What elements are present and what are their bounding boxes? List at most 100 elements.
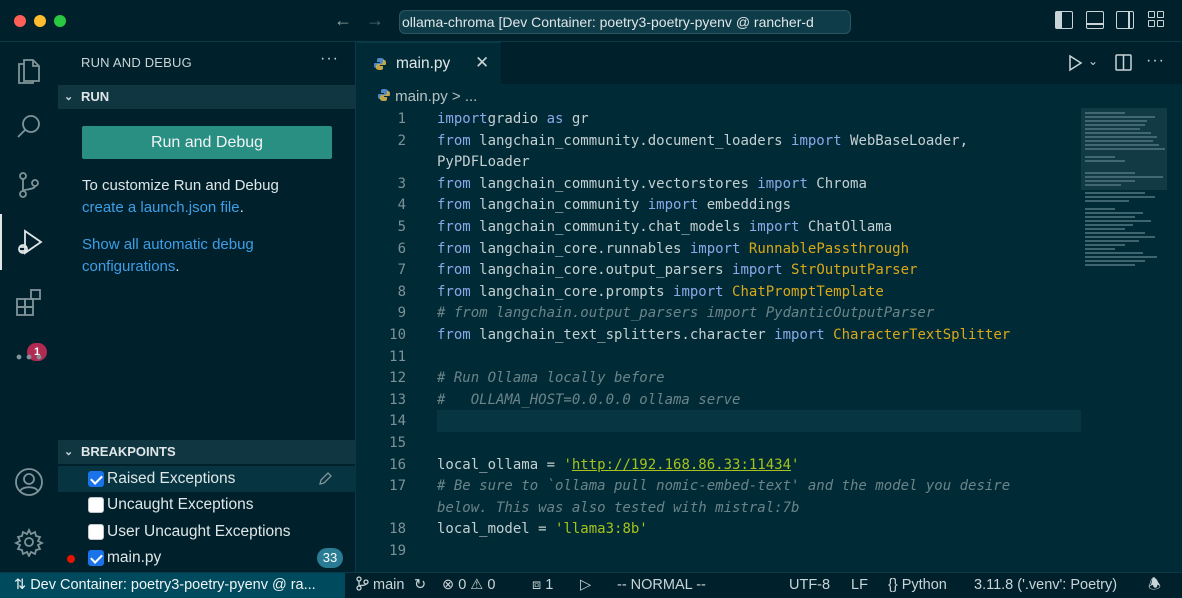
minimap-line — [1085, 112, 1125, 114]
code-token: RunnablePassthrough — [748, 240, 910, 257]
code-line[interactable]: 11 — [357, 346, 1082, 368]
interpreter-status[interactable]: 3.11.8 ('.venv': Poetry) — [974, 573, 1117, 598]
customize-layout-icon[interactable] — [1148, 11, 1166, 29]
window-minimize-button[interactable] — [34, 15, 46, 27]
code-token: langchain_community — [470, 197, 648, 214]
eol-status[interactable]: LF — [851, 573, 868, 598]
minimap-line — [1085, 184, 1121, 186]
run-and-debug-button[interactable]: Run and Debug — [82, 126, 332, 159]
raised-exceptions-checkbox[interactable] — [88, 471, 104, 487]
code-line[interactable]: 6 from langchain_core.runnables import Ru… — [357, 238, 1082, 260]
line-number: 3 — [397, 175, 406, 192]
code-line[interactable]: 9 # from langchain.output_parsers import … — [357, 302, 1082, 324]
sync-icon[interactable]: ↻ — [414, 573, 426, 598]
main-py-checkbox[interactable] — [88, 550, 104, 566]
breakpoints-section-header[interactable]: ⌄ BREAKPOINTS — [58, 440, 356, 464]
python-icon — [378, 89, 390, 101]
minimap-line — [1085, 232, 1145, 234]
source-control-button[interactable] — [0, 157, 58, 213]
code-line[interactable]: 8 from langchain_core.prompts import Chat… — [357, 281, 1082, 303]
split-editor-icon[interactable] — [1115, 54, 1132, 71]
toggle-sidebar-icon[interactable] — [1055, 11, 1073, 29]
minimap-line — [1085, 208, 1115, 210]
code-line[interactable]: 14 — [357, 410, 1082, 433]
minimap-line — [1085, 148, 1165, 150]
chevron-down-icon[interactable]: ⌄ — [1088, 54, 1098, 68]
minimap[interactable] — [1081, 108, 1167, 268]
code-line[interactable]: below. This was also tested with mistral… — [357, 497, 1082, 519]
explorer-button[interactable] — [0, 42, 58, 98]
breakpoint-main-py[interactable]: main.py 33 — [58, 545, 356, 571]
run-debug-icon — [18, 229, 43, 255]
more-actions-icon[interactable]: ··· — [1146, 52, 1165, 70]
back-arrow-icon[interactable]: ← — [334, 10, 352, 30]
search-icon — [17, 115, 40, 138]
code-line[interactable]: PyPDFLoader — [357, 151, 1082, 173]
line-code: from langchain_community.document_loader… — [437, 130, 968, 152]
settings-button[interactable] — [0, 514, 58, 570]
tab-main-py[interactable]: main.py ✕ — [357, 42, 501, 84]
sidebar-more-button[interactable]: ··· — [320, 50, 339, 68]
code-line[interactable]: 1 importgradio as gr — [357, 108, 1082, 130]
current-line-highlight — [437, 410, 1081, 433]
search-button[interactable] — [0, 98, 58, 154]
uncaught-exceptions-checkbox[interactable] — [88, 497, 104, 513]
customize-text: To customize Run and Debug — [82, 177, 279, 194]
line-number: 19 — [389, 543, 406, 559]
encoding-status[interactable]: UTF-8 — [789, 573, 830, 598]
ports-status[interactable]: ⧈ 1 — [532, 573, 553, 598]
extensions-button[interactable] — [0, 274, 58, 330]
code-line[interactable]: 19 — [357, 540, 1082, 562]
language-status[interactable]: {} Python — [888, 573, 947, 598]
create-launch-link[interactable]: create a launch.json file — [82, 199, 240, 216]
tab-label: main.py — [396, 55, 451, 72]
breadcrumb-file[interactable]: main.py — [395, 88, 448, 105]
code-line[interactable]: 16 local_ollama = 'http://192.168.86.33:1… — [357, 454, 1082, 476]
toggle-panel-icon[interactable] — [1086, 11, 1104, 29]
minimap-line — [1085, 224, 1133, 226]
minimap-line — [1085, 140, 1153, 142]
breakpoint-label: User Uncaught Exceptions — [107, 523, 291, 540]
problems-status[interactable]: ⊗ 0 ⚠ 0 — [442, 573, 495, 598]
debug-icon[interactable]: ▷ — [580, 573, 591, 598]
breadcrumb-symbols[interactable]: ... — [465, 88, 478, 105]
show-debug-configs-link-cont[interactable]: configurations — [82, 258, 175, 275]
extensions-icon — [16, 289, 41, 316]
code-line[interactable]: 7 from langchain_core.output_parsers impo… — [357, 259, 1082, 281]
user-uncaught-exceptions-checkbox[interactable] — [88, 524, 104, 540]
toggle-secondary-sidebar-icon[interactable] — [1116, 11, 1134, 29]
edit-condition-icon[interactable] — [317, 471, 333, 487]
breakpoint-label: main.py — [107, 549, 162, 566]
run-icon[interactable] — [1067, 54, 1083, 72]
status-bar: ⇅ Dev Container: poetry3-poetry-pyenv @ … — [0, 572, 1182, 598]
code-line[interactable]: 15 — [357, 432, 1082, 454]
breakpoint-user-uncaught-exceptions[interactable]: User Uncaught Exceptions — [58, 519, 356, 545]
accounts-button[interactable] — [0, 454, 58, 510]
code-line[interactable]: 17 # Be sure to `ollama pull nomic-embed-… — [357, 475, 1082, 497]
command-center[interactable]: ollama-chroma [Dev Container: poetry3-po… — [399, 10, 851, 34]
close-icon[interactable]: ✕ — [475, 53, 489, 73]
code-line[interactable]: 3 from langchain_community.vectorstores i… — [357, 173, 1082, 195]
code-line[interactable]: 10 from langchain_text_splitters.characte… — [357, 324, 1082, 346]
code-line[interactable]: 2 from langchain_community.document_loade… — [357, 130, 1082, 152]
more-views-button[interactable] — [0, 329, 58, 385]
breakpoint-raised-exceptions[interactable]: Raised Exceptions — [58, 466, 356, 492]
run-section-header[interactable]: ⌄ RUN — [58, 85, 356, 109]
code-line[interactable]: 5 from langchain_community.chat_models im… — [357, 216, 1082, 238]
window-maximize-button[interactable] — [54, 15, 66, 27]
branch-icon — [356, 576, 369, 591]
run-debug-button[interactable] — [0, 214, 58, 270]
show-debug-configs-suffix: . — [175, 258, 180, 275]
code-line[interactable]: 4 from langchain_community import embeddi… — [357, 194, 1082, 216]
branch-status[interactable]: main — [356, 573, 404, 598]
code-line[interactable]: 18 local_model = 'llama3:8b' — [357, 518, 1082, 540]
forward-arrow-icon[interactable]: → — [366, 10, 384, 30]
remote-indicator[interactable]: ⇅ Dev Container: poetry3-poetry-pyenv @ … — [0, 573, 345, 598]
show-debug-configs-link[interactable]: Show all automatic debug — [82, 236, 254, 253]
code-line[interactable]: 13 # OLLAMA_HOST=0.0.0.0 ollama serve — [357, 389, 1082, 411]
window-close-button[interactable] — [14, 15, 26, 27]
bell-icon[interactable]: 🕭 — [1148, 573, 1161, 598]
code-line[interactable]: 12 # Run Ollama locally before — [357, 367, 1082, 389]
chevron-down-icon: ⌄ — [64, 446, 74, 458]
breakpoint-uncaught-exceptions[interactable]: Uncaught Exceptions — [58, 492, 356, 518]
